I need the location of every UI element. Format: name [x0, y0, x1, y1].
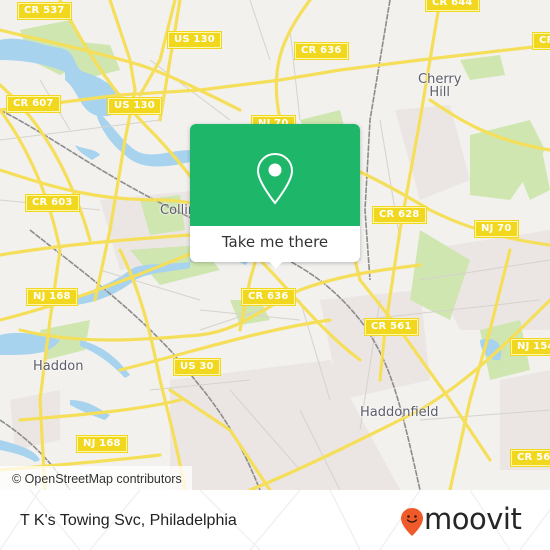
route-shield-us130: US 130	[168, 32, 221, 48]
route-shield-cr-east: CR 6	[533, 33, 550, 49]
place-label-cherry-hill: Cherry Hill	[418, 73, 461, 99]
route-shield-us130: US 130	[108, 98, 161, 114]
moovit-wordmark: moovit	[424, 502, 522, 536]
place-label-haddonfield: Haddonfield	[360, 405, 439, 420]
location-pin-icon	[256, 152, 294, 205]
route-shield-cr603: CR 603	[26, 195, 79, 211]
route-shield-cr636: CR 636	[295, 43, 348, 59]
route-shield-nj70: NJ 70	[475, 221, 518, 237]
popup-pointer	[268, 260, 284, 269]
take-me-there-button[interactable]: Take me there	[190, 226, 360, 262]
route-shield-nj154: NJ 154	[511, 339, 550, 355]
moovit-pin-smile-icon	[401, 508, 423, 536]
moovit-logo[interactable]: moovit	[400, 502, 540, 542]
route-shield-cr607: CR 607	[7, 96, 60, 112]
map-view[interactable]: CR 537 US 130 CR 636 CR 644 CR 6 CR 607 …	[0, 0, 550, 490]
map-attribution[interactable]: © OpenStreetMap contributors	[0, 466, 192, 490]
footer-bar: T K's Towing Svc, Philadelphia moovit	[0, 490, 550, 550]
route-shield-cr537: CR 537	[18, 3, 71, 19]
place-label-line: Hill	[429, 85, 451, 100]
route-shield-cr636: CR 636	[242, 289, 295, 305]
route-shield-nj168: NJ 168	[77, 436, 127, 452]
location-popup: Take me there	[190, 124, 360, 269]
route-shield-cr644: CR 644	[426, 0, 479, 11]
route-shield-us30: US 30	[174, 359, 220, 375]
popup-header	[190, 124, 360, 226]
route-shield-cr628: CR 628	[373, 207, 426, 223]
place-name: T K's Towing Svc, Philadelphia	[20, 512, 237, 529]
route-shield-cr561: CR 561	[365, 319, 418, 335]
route-shield-cr561: CR 561	[511, 450, 550, 466]
route-shield-nj168: NJ 168	[27, 289, 77, 305]
place-label-haddon: Haddon	[33, 359, 84, 374]
